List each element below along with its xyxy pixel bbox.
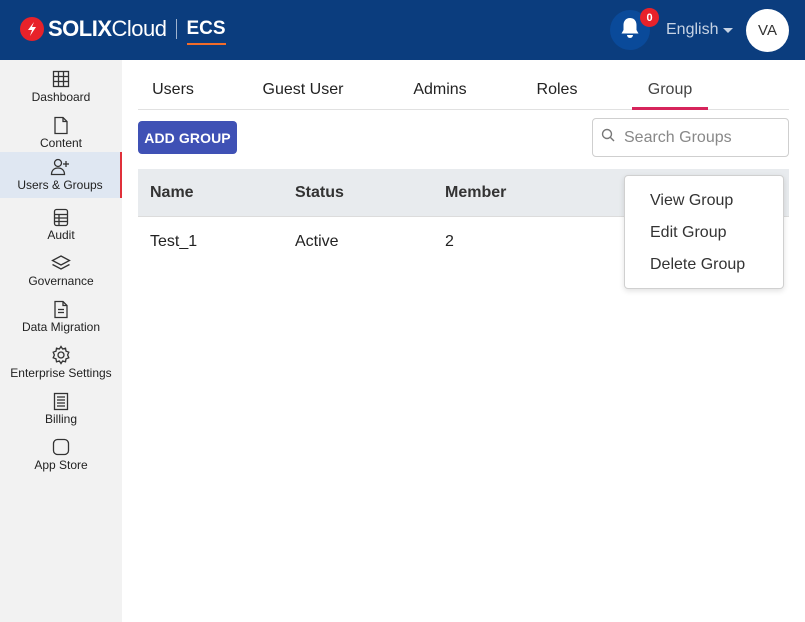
notification-count-badge: 0 (640, 8, 659, 27)
top-header: SOLIXCloud ECS 0 English VA (0, 0, 805, 60)
sidebar-item-label: Dashboard (31, 90, 91, 104)
gear-icon (51, 345, 71, 365)
sidebar-item-label: Enterprise Settings (10, 366, 112, 380)
tab-guest-user[interactable]: Guest User (250, 70, 356, 110)
active-tab-indicator (632, 107, 708, 110)
caret-down-icon (723, 27, 734, 33)
sidebar-item-app-store[interactable]: App Store (0, 432, 122, 478)
menu-item-delete-group[interactable]: Delete Group (650, 249, 745, 281)
sidebar-item-label: Governance (28, 274, 94, 288)
user-add-icon (50, 157, 70, 177)
cell-name: Test_1 (150, 233, 198, 250)
tab-bar: Users Guest User Admins Roles Group (138, 70, 789, 110)
sidebar-item-content[interactable]: Content (0, 110, 122, 156)
sidebar: Dashboard Content Users & Groups Audit G… (0, 60, 122, 622)
group-actions-menu: View Group Edit Group Delete Group (624, 175, 784, 289)
sidebar-item-billing[interactable]: Billing (0, 386, 122, 432)
sidebar-item-label: Audit (47, 228, 75, 242)
file-icon (53, 115, 69, 135)
add-group-button[interactable]: ADD GROUP (138, 121, 237, 154)
cell-member: 2 (445, 233, 454, 250)
tab-users[interactable]: Users (138, 70, 208, 110)
sidebar-item-governance[interactable]: Governance (0, 248, 122, 294)
sidebar-item-dashboard[interactable]: Dashboard (0, 64, 122, 110)
column-header-member[interactable]: Member (445, 169, 506, 217)
column-header-name[interactable]: Name (150, 169, 194, 217)
layers-icon (51, 253, 71, 273)
sidebar-item-label: Data Migration (21, 320, 101, 334)
tab-roles[interactable]: Roles (524, 70, 590, 110)
ledger-icon (53, 207, 69, 227)
solixcloud-logo[interactable]: SOLIXCloud ECS (20, 16, 226, 45)
tab-group[interactable]: Group (632, 70, 708, 110)
sidebar-item-label: App Store (34, 458, 88, 472)
brand-name: SOLIXCloud (48, 16, 167, 41)
search-icon (601, 128, 615, 147)
document-icon (53, 299, 69, 319)
menu-item-view-group[interactable]: View Group (650, 185, 733, 217)
language-label: English (666, 21, 719, 38)
menu-item-edit-group[interactable]: Edit Group (650, 217, 726, 249)
sidebar-item-label: Users & Groups (17, 178, 103, 192)
invoice-icon (53, 391, 69, 411)
grid-icon (52, 69, 70, 89)
bell-icon (619, 16, 641, 45)
sidebar-item-users-groups[interactable]: Users & Groups (0, 152, 122, 198)
sidebar-item-enterprise-settings[interactable]: Enterprise Settings (0, 340, 122, 386)
square-icon (52, 437, 70, 457)
search-box (592, 118, 789, 157)
sidebar-item-data-migration[interactable]: Data Migration (0, 294, 122, 340)
logo-divider (175, 19, 177, 39)
bolt-icon (20, 17, 44, 41)
column-header-status[interactable]: Status (295, 169, 344, 217)
sidebar-item-label: Billing (44, 412, 77, 426)
product-name: ECS (186, 18, 226, 45)
sidebar-item-label: Content (39, 136, 83, 150)
user-avatar[interactable]: VA (746, 9, 789, 52)
cell-status: Active (295, 233, 339, 250)
language-selector[interactable]: English (666, 21, 734, 39)
sidebar-item-audit[interactable]: Audit (0, 202, 122, 248)
tab-admins[interactable]: Admins (400, 70, 480, 110)
search-input[interactable] (624, 128, 774, 147)
